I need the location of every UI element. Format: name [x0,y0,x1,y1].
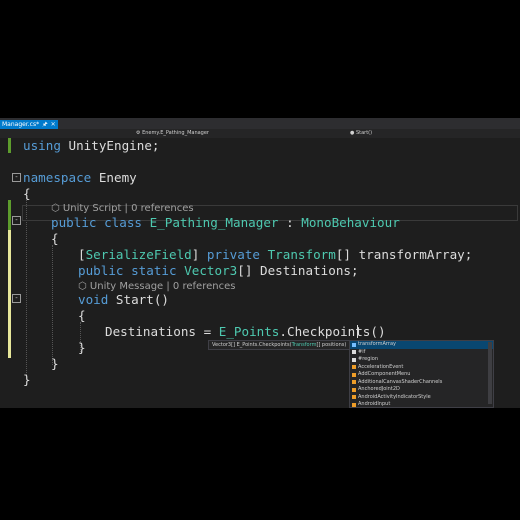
tab-title: Manager.cs* [2,121,40,128]
keyword: private [199,247,261,262]
tab-e-pathing-manager[interactable]: Manager.cs* 🖈 ✕ [0,120,58,129]
class-icon [352,402,356,407]
fold-toggle[interactable]: - [12,173,21,182]
type-name: E_Points [218,324,280,339]
autocomplete-item[interactable]: #region [350,356,493,364]
class-icon [352,372,356,377]
code-line-brace-close[interactable]: } [23,372,31,387]
brace: } [51,356,59,371]
code-line-brace-close[interactable]: } [78,340,86,355]
close-icon[interactable]: ✕ [51,120,56,129]
class-icon [352,387,356,392]
attribute: SerializeField [85,247,192,262]
code-text: Start() [108,292,170,307]
navigation-bar: ⚙ Enemy.E_Pathing_Manager ● Start() [0,129,520,138]
autocomplete-item-label: AnchoredJoint2D [358,386,400,392]
hint-type: Transform [291,342,317,348]
code-text: : [278,215,302,230]
type-name: Vector3 [176,263,238,278]
keyword: public [51,215,97,230]
pin-icon[interactable]: 🖈 [42,120,48,129]
code-line-assignment[interactable]: Destinations = E_Points.Checkpoints() [105,324,386,339]
codelens-method[interactable]: ⬡ Unity Message | 0 references [78,281,235,292]
code-line-class-decl[interactable]: public class E_Pathing_Manager : MonoBeh… [51,215,400,230]
keyword: using [23,138,61,153]
change-marker [8,138,11,153]
code-line-brace[interactable]: { [51,231,59,246]
codelens-class[interactable]: ⬡ Unity Script | 0 references [51,203,194,214]
autocomplete-popup[interactable]: transformArray #if #region AccelerationEven… [349,340,494,408]
autocomplete-item-label: AccelerationEvent [358,363,404,370]
autocomplete-item[interactable]: AndroidActivityIndicatorStyle [350,394,493,402]
keyword: public [78,263,124,278]
codelens-text: Unity Message | 0 references [89,281,236,292]
code-line-method[interactable]: void Start() [78,292,169,307]
autocomplete-item[interactable]: AccelerationEvent [350,364,493,372]
fold-toggle[interactable]: - [12,216,21,225]
code-line-namespace[interactable]: namespace Enemy [23,170,137,185]
snippet-icon [352,350,356,354]
autocomplete-item-label: AdditionalCanvasShaderChannels [358,378,443,385]
code-line-field[interactable]: [SerializeField] private Transform[] tra… [78,247,472,262]
brace: { [78,308,86,323]
keyword: class [96,215,142,230]
code-text: [ [78,247,86,262]
member-dropdown-label: Start() [355,130,373,136]
autocomplete-item-label: AndroidInput [358,401,391,407]
codelens-text: Unity Script | 0 references [62,203,194,214]
autocomplete-item[interactable]: AndroidInput [350,401,493,409]
class-dropdown[interactable]: ⚙ Enemy.E_Pathing_Manager [136,129,209,138]
snippet-icon [352,357,356,362]
indent-guide [26,197,27,377]
class-icon [352,380,356,384]
member-dropdown[interactable]: ● Start() [350,129,372,138]
fold-toggle[interactable]: - [12,294,21,303]
autocomplete-item-label: transformArray [358,341,396,347]
autocomplete-item[interactable]: AnchoredJoint2D [350,386,493,394]
brace: } [78,340,86,355]
code-line-static-field[interactable]: public static Vector3[] Destinations; [78,263,359,278]
class-name: E_Pathing_Manager [142,215,279,230]
field-icon [352,342,356,347]
brace: { [23,186,31,201]
autocomplete-item[interactable]: transformArray [350,341,493,349]
autocomplete-item[interactable]: AddComponentMenu [350,371,493,379]
tab-bar: Manager.cs* 🖈 ✕ [0,118,520,129]
autocomplete-item-label: AndroidActivityIndicatorStyle [358,393,431,400]
class-icon [352,395,356,399]
type-name: Transform [260,247,336,262]
code-text: [] Destinations; [237,263,359,278]
autocomplete-item-label: AddComponentMenu [358,371,411,377]
autocomplete-item[interactable]: #if [350,349,493,357]
keyword: static [123,263,177,278]
base-class: MonoBehaviour [301,215,400,230]
vertical-scrollbar[interactable] [514,138,520,408]
code-text: .Checkpoints() [279,324,386,339]
hint-suffix: [] positions) [316,342,347,348]
hint-prefix: Vector3[] E_Points.Checkpoints( [212,342,292,348]
autocomplete-scrollbar[interactable] [488,342,492,404]
code-text: [] transformArray; [335,247,473,262]
class-icon [352,365,356,369]
indent-guide [52,245,53,365]
keyword: void [78,292,109,307]
code-text: Destinations = [105,324,219,339]
code-line-brace[interactable]: { [78,308,86,323]
change-marker [8,200,11,230]
keyword: namespace [23,170,92,185]
brace: { [51,231,59,246]
parameter-hint-tooltip: Vector3[] E_Points.Checkpoints(Transform… [208,340,351,350]
text-caret [357,325,358,338]
code-line-brace[interactable]: { [23,186,31,201]
brace: } [23,372,31,387]
autocomplete-item-label: #if [358,348,366,355]
code-line-brace-close[interactable]: } [51,356,59,371]
code-line-using[interactable]: using UnityEngine; [23,138,160,153]
code-text: UnityEngine; [60,138,160,153]
autocomplete-item[interactable]: AdditionalCanvasShaderChannels [350,379,493,387]
class-dropdown-label: Enemy.E_Pathing_Manager [142,130,209,136]
code-text: Enemy [91,170,137,185]
autocomplete-item-label: #region [358,356,379,362]
